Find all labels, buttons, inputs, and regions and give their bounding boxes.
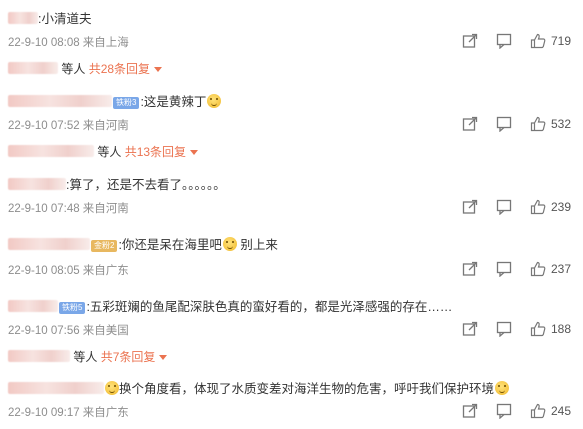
comment-text-line: 金粉2:你还是呆在海里吧 别上来 <box>8 237 278 253</box>
comment-actions: 719 <box>444 33 573 49</box>
comment-icon[interactable] <box>496 33 512 49</box>
comment-text-line: 铁粉3:这是黄辣丁 <box>8 94 222 110</box>
like-count: 719 <box>551 34 572 48</box>
comment-text: :算了，还是不去看了。。。。。。 <box>66 178 226 192</box>
reply-suffix: 等人 <box>97 145 122 159</box>
blurred-username <box>8 145 94 157</box>
blurred-username[interactable] <box>8 12 38 24</box>
blurred-username <box>8 62 58 74</box>
like-count: 245 <box>551 404 572 418</box>
thumbs-up-icon[interactable] <box>530 33 546 49</box>
share-icon[interactable] <box>462 33 478 49</box>
share-icon[interactable] <box>462 261 478 277</box>
chevron-down-icon <box>190 150 199 155</box>
like-count: 239 <box>551 200 572 214</box>
blurred-username <box>8 350 70 362</box>
thumbs-up-icon[interactable] <box>530 321 546 337</box>
comment-text: :五彩斑斓的鱼尾配深肤色真的蛮好看的，都是光泽感强的存在…… <box>86 300 453 314</box>
blurred-username[interactable] <box>8 178 66 190</box>
share-icon[interactable] <box>462 321 478 337</box>
reply-count: 共7条回复 <box>100 350 156 364</box>
share-icon[interactable] <box>462 403 478 419</box>
blurred-username[interactable] <box>8 300 58 312</box>
thumbs-up-icon[interactable] <box>530 403 546 419</box>
comment-meta: 22-9-10 08:05 来自广东 <box>8 265 129 277</box>
laughing-emoji-icon <box>222 237 237 251</box>
fan-badge: 铁粉5 <box>59 302 86 314</box>
thumbs-up-icon[interactable] <box>530 199 546 215</box>
reply-summary[interactable]: 等人 共13条回复 <box>8 143 199 160</box>
like-count: 532 <box>551 117 572 131</box>
comment-meta: 22-9-10 09:17 来自广东 <box>8 407 129 419</box>
chevron-down-icon <box>154 67 163 72</box>
comment-meta: 22-9-10 07:48 来自河南 <box>8 203 129 215</box>
comment-meta: 22-9-10 08:08 来自上海 <box>8 37 129 49</box>
comment-icon[interactable] <box>496 199 512 215</box>
comment-meta: 22-9-10 07:56 来自美国 <box>8 325 129 337</box>
comment-text-line: :小清道夫 <box>8 11 91 27</box>
comment-text: 换个角度看，体现了水质变差对海洋生物的危害，呼吁我们保护环境 <box>119 382 495 396</box>
comment-actions: 188 <box>444 321 573 337</box>
reply-count: 共13条回复 <box>124 145 187 159</box>
reply-suffix: 等人 <box>73 350 98 364</box>
share-icon[interactable] <box>462 199 478 215</box>
like-count: 237 <box>551 262 572 276</box>
comment-text-line: 铁粉5:五彩斑斓的鱼尾配深肤色真的蛮好看的，都是光泽感强的存在…… <box>8 299 452 315</box>
reply-summary[interactable]: 等人 共7条回复 <box>8 348 168 365</box>
comment-text-line: :算了，还是不去看了。。。。。。 <box>8 177 226 193</box>
thumbs-up-icon[interactable] <box>530 261 546 277</box>
smile-emoji-icon <box>207 94 222 108</box>
comment-text: :你还是呆在海里吧 <box>118 238 222 252</box>
like-count: 188 <box>551 322 572 336</box>
comment-text-line: 换个角度看，体现了水质变差对海洋生物的危害，呼吁我们保护环境 <box>8 381 510 397</box>
reply-count: 共28条回复 <box>88 62 151 76</box>
comment-actions: 532 <box>444 116 573 132</box>
blurred-username[interactable] <box>8 382 104 394</box>
blurred-username[interactable] <box>8 95 112 107</box>
reply-suffix: 等人 <box>61 62 86 76</box>
fan-badge: 铁粉3 <box>113 97 140 109</box>
comment-meta: 22-9-10 07:52 来自河南 <box>8 120 129 132</box>
comment-actions: 239 <box>444 199 573 215</box>
share-icon[interactable] <box>462 116 478 132</box>
fan-badge: 金粉2 <box>91 240 118 252</box>
comment-text: :小清道夫 <box>38 12 92 26</box>
blurred-username[interactable] <box>8 238 90 250</box>
emoji-icon <box>105 381 119 395</box>
comment-icon[interactable] <box>496 321 512 337</box>
comment-text-tail: 别上来 <box>240 238 278 252</box>
comment-icon[interactable] <box>496 116 512 132</box>
reply-summary[interactable]: 等人 共28条回复 <box>8 60 163 77</box>
thumbs-up-icon[interactable] <box>530 116 546 132</box>
comment-actions: 245 <box>444 403 573 419</box>
comment-text: :这是黄辣丁 <box>140 95 207 109</box>
smile-emoji-icon <box>495 381 510 395</box>
chevron-down-icon <box>159 355 168 360</box>
comment-icon[interactable] <box>496 403 512 419</box>
comment-icon[interactable] <box>496 261 512 277</box>
comment-actions: 237 <box>444 261 573 277</box>
